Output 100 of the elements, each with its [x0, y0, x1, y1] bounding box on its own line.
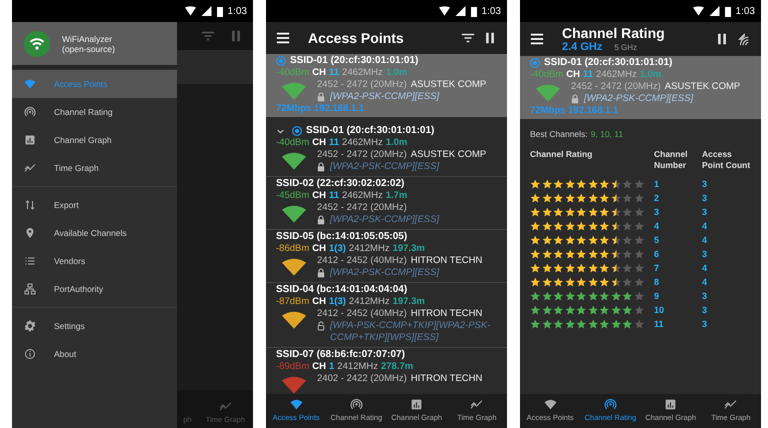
frequency-range-text: 2452 - 2472 (20MHz)	[317, 202, 407, 214]
wifi-off-icon[interactable]	[737, 32, 751, 46]
drawer-menu-item[interactable]: Channel Graph	[12, 126, 177, 154]
signal-strength-icon	[281, 310, 307, 330]
star-icon	[622, 290, 632, 301]
star-icon	[599, 262, 610, 273]
ssid-text: SSID-07 (68:b6:fc:07:07:07)	[276, 349, 405, 361]
star-icon	[530, 304, 540, 315]
star-icon	[542, 220, 552, 231]
wifi-status-icon	[438, 6, 450, 16]
filter-icon[interactable]	[461, 31, 475, 45]
drawer-menu-item[interactable]: PortAuthority	[12, 275, 177, 303]
star-icon	[610, 178, 621, 189]
bar-chart-icon	[24, 134, 36, 146]
star-icon	[576, 234, 586, 245]
column-header: Access Point Count	[702, 149, 752, 171]
clock-text: 1:03	[736, 6, 755, 16]
star-icon	[634, 220, 644, 231]
security-text: [WPA2-PSK-CCMP][ESS]	[330, 161, 440, 173]
signal-dbm-text: -89dBm	[276, 361, 310, 373]
star-icon	[553, 220, 564, 231]
vendor-text: ASUSTEK COMP	[410, 79, 486, 91]
menu-icon[interactable]	[276, 31, 290, 45]
signal-dbm-text: -87dBm	[276, 296, 310, 308]
table-cell-text: 3	[702, 178, 708, 189]
star-icon	[576, 206, 586, 217]
pause-icon[interactable]	[715, 32, 729, 46]
star-icon	[564, 178, 575, 189]
star-icon	[553, 178, 564, 189]
star-icon	[564, 290, 575, 301]
channel-label: CH	[566, 69, 580, 81]
pause-icon[interactable]	[483, 31, 497, 45]
star-icon	[588, 220, 598, 231]
frequency-range-text: 2412 - 2452 (40MHz)	[317, 255, 407, 267]
star-icon	[610, 234, 621, 245]
star-icon	[588, 178, 598, 189]
star-icon	[530, 276, 540, 287]
drawer-menu-item[interactable]: Vendors	[12, 247, 177, 275]
star-icon	[634, 248, 644, 259]
link-speed-text: 72Mbps	[276, 103, 312, 114]
ssid-text: SSID-02 (22:cf:30:02:02:02)	[276, 178, 404, 190]
star-icon	[553, 276, 564, 287]
ssid-text: SSID-01 (20:cf:30:01:01:01)	[544, 57, 672, 69]
battery-icon	[216, 6, 223, 16]
star-icon	[599, 178, 610, 189]
distance-text: 197.3m	[392, 243, 425, 255]
security-text: [WPA2-PSK-CCMP][ESS]	[330, 267, 440, 279]
ssid-text: SSID-05 (bc:14:01:05:05:05)	[276, 231, 408, 243]
star-icon	[564, 206, 575, 217]
star-icon	[588, 290, 598, 301]
band-tab[interactable]: 2.4 GHz	[562, 41, 602, 53]
frequency-range-text: 2402 - 2422 (20MHz)	[317, 373, 407, 385]
star-icon	[588, 234, 598, 245]
star-icon	[622, 220, 632, 231]
star-icon	[542, 248, 552, 259]
star-icon	[634, 206, 644, 217]
wifi-icon	[290, 398, 303, 411]
security-text: [WPA2-PSK-CCMP][ESS]	[330, 91, 440, 103]
star-icon	[576, 290, 586, 301]
star-icon	[530, 318, 540, 329]
frequency-text: 2412MHz	[348, 296, 390, 308]
star-icon	[576, 248, 586, 259]
ssid-text: SSID-01 (20:cf:30:01:01:01)	[290, 55, 418, 67]
star-icon	[588, 262, 598, 273]
drawer-menu-item[interactable]: Export	[12, 191, 177, 219]
star-icon	[553, 304, 564, 315]
drawer-menu-item[interactable]: Available Channels	[12, 219, 177, 247]
star-icon	[553, 318, 564, 329]
menu-icon[interactable]	[530, 32, 544, 46]
line-chart-icon	[724, 398, 738, 411]
signal-rings-icon	[604, 398, 617, 411]
star-icon	[530, 248, 540, 259]
star-icon	[634, 192, 644, 203]
star-icon	[599, 206, 610, 217]
star-icon	[622, 178, 632, 189]
band-tab[interactable]: 5 GHz	[614, 43, 638, 52]
screen-title: Access Points	[308, 30, 404, 46]
star-icon	[542, 178, 552, 189]
star-icon	[599, 290, 610, 301]
star-icon	[610, 192, 621, 203]
star-icon	[588, 318, 598, 329]
signal-strength-icon	[281, 375, 307, 394]
drawer-menu-item[interactable]: Settings	[12, 312, 177, 340]
distance-text: 197.3m	[392, 296, 425, 308]
distance-text: 1.7m	[386, 190, 408, 202]
table-cell-text: 4	[654, 220, 660, 231]
star-icon	[610, 206, 621, 217]
drawer-menu-item[interactable]: Time Graph	[12, 154, 177, 182]
drawer-menu-item[interactable]: About	[12, 340, 177, 368]
star-icon	[530, 192, 540, 203]
star-icon	[588, 276, 598, 287]
star-icon	[576, 318, 586, 329]
signal-rings-icon	[24, 106, 36, 118]
security-text: [WPA-PSK-CCMP+TKIP][WPA2-PSK-CCMP+TKIP][WPS][ESS]	[330, 320, 492, 344]
drawer-menu-item[interactable]: Channel Rating	[12, 98, 177, 126]
wifi-icon	[24, 78, 36, 90]
star-icon	[576, 304, 586, 315]
location-pin-icon	[24, 227, 36, 239]
star-icon	[576, 276, 586, 287]
line-chart-icon	[218, 400, 232, 413]
